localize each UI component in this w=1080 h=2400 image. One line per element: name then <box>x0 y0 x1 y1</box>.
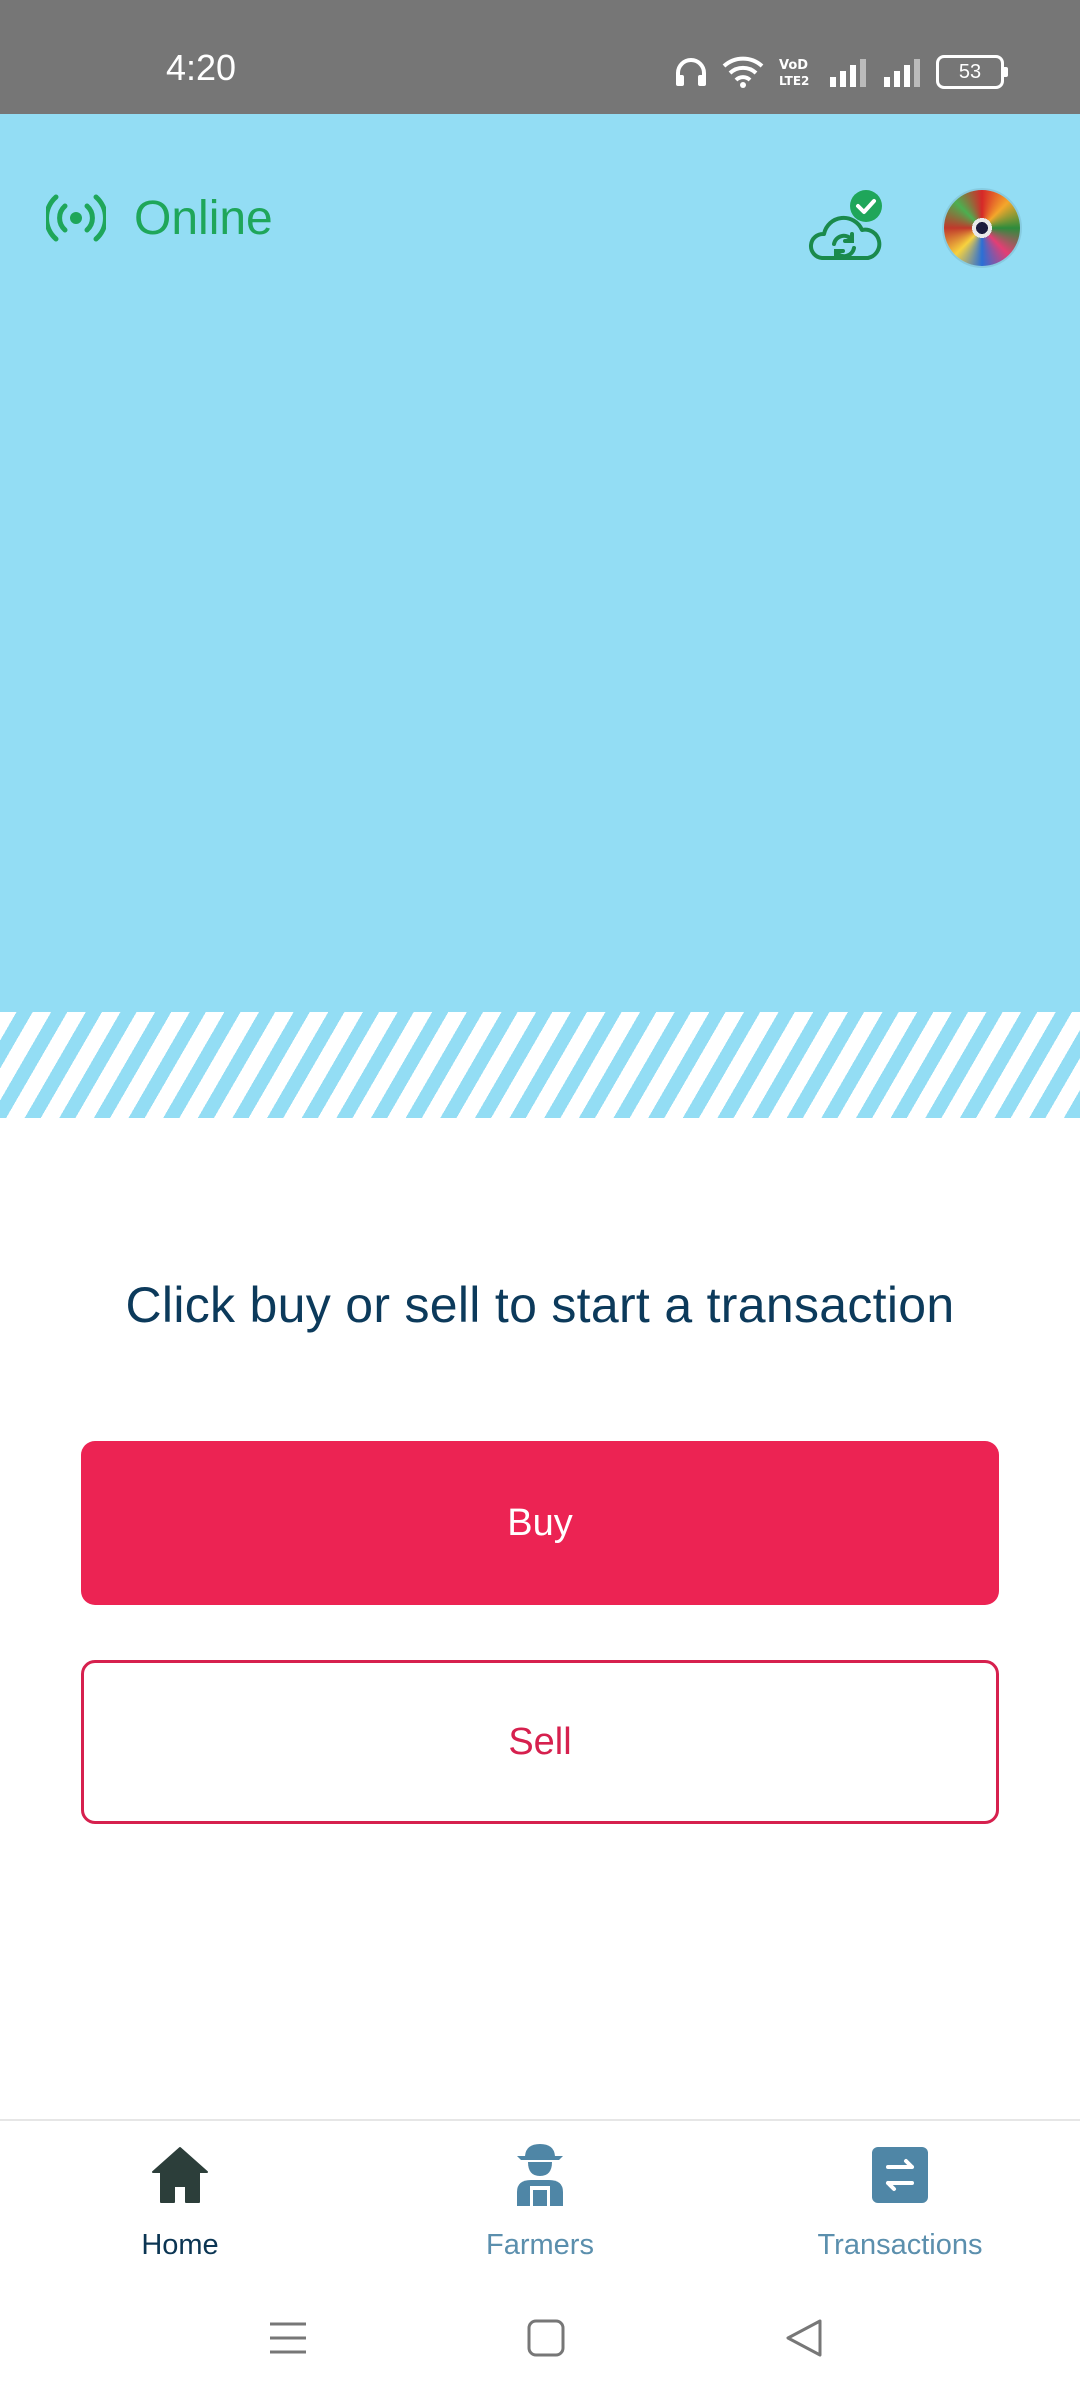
svg-text:LTE2: LTE2 <box>779 74 809 88</box>
nav-label-transactions: Transactions <box>817 2229 983 2261</box>
nav-label-farmers: Farmers <box>486 2229 594 2261</box>
back-button[interactable] <box>774 2308 834 2368</box>
home-square-icon <box>527 2319 565 2357</box>
wifi-icon <box>722 56 764 88</box>
nav-item-home[interactable]: Home <box>30 2141 330 2262</box>
hero-banner <box>0 114 1080 1012</box>
connection-status: Online <box>46 190 273 246</box>
farmer-icon <box>517 2144 563 2206</box>
nav-label-home: Home <box>141 2229 219 2261</box>
sync-button[interactable] <box>808 188 888 268</box>
nav-item-transactions[interactable]: Transactions <box>750 2141 1050 2262</box>
home-system-button[interactable] <box>516 2308 576 2368</box>
volte-icon: VoD LTE2 <box>779 58 809 88</box>
signal-icon <box>830 59 866 87</box>
broadcast-icon <box>46 194 106 242</box>
back-triangle-icon <box>786 2319 822 2357</box>
online-label: Online <box>134 191 273 245</box>
battery-icon: 53 <box>936 55 1008 89</box>
avatar[interactable] <box>944 190 1020 266</box>
home-icon <box>152 2147 208 2203</box>
system-navigation-bar <box>0 2270 1080 2400</box>
battery-level: 53 <box>958 60 982 83</box>
nav-item-farmers[interactable]: Farmers <box>390 2141 690 2262</box>
instruction-text: Click buy or sell to start a transaction <box>125 1277 955 1333</box>
status-bar: 4:20 VoD LTE2 53 <box>0 0 1080 114</box>
bottom-navigation: Home Farmers Transactions <box>0 2119 1080 2269</box>
signal-icon <box>884 59 920 87</box>
menu-icon <box>270 2322 306 2354</box>
buy-button[interactable]: Buy <box>81 1441 999 1605</box>
sell-button[interactable]: Sell <box>81 1660 999 1824</box>
status-time: 4:20 <box>166 47 237 88</box>
headphones-icon <box>676 58 706 86</box>
svg-text:VoD: VoD <box>779 58 808 73</box>
cloud-sync-check-icon <box>809 190 882 260</box>
status-icons: VoD LTE2 53 <box>674 52 1008 92</box>
transfer-icon <box>872 2147 928 2203</box>
striped-divider <box>0 1012 1080 1118</box>
menu-button[interactable] <box>258 2308 318 2368</box>
